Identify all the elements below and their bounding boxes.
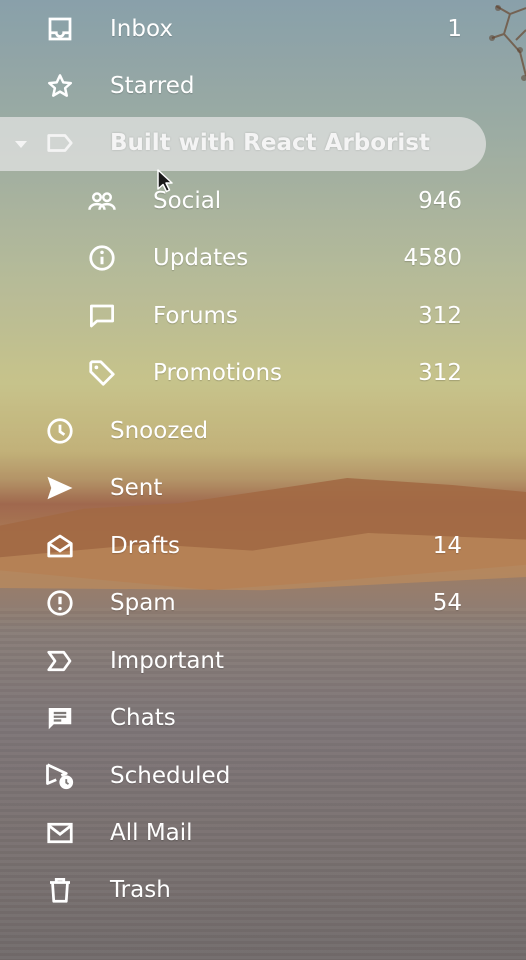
folder-built-with-react-arborist[interactable]: Built with React Arborist (0, 115, 526, 171)
folder-chats[interactable]: Chats (0, 690, 526, 746)
mail-icon (44, 817, 76, 849)
folder-spam[interactable]: Spam 54 (0, 575, 526, 631)
folder-trash[interactable]: Trash (0, 862, 526, 918)
folder-label: Forums (153, 303, 238, 329)
folder-label: Sent (110, 475, 163, 501)
folder-starred[interactable]: Starred (0, 58, 526, 114)
folder-all-mail[interactable]: All Mail (0, 805, 526, 861)
folder-label: Spam (110, 590, 176, 616)
folder-social[interactable]: Social 946 (0, 173, 526, 229)
folder-promotions[interactable]: Promotions 312 (0, 345, 526, 401)
folder-label: Starred (110, 73, 195, 99)
star-icon (44, 70, 76, 102)
inbox-icon (44, 13, 76, 45)
folder-label: All Mail (110, 820, 193, 846)
unread-count: 312 (418, 360, 462, 386)
trash-icon (44, 874, 76, 906)
forum-icon (86, 300, 118, 332)
folder-label: Chats (110, 705, 176, 731)
folder-label: Snoozed (110, 418, 209, 444)
unread-count: 54 (432, 590, 462, 616)
spam-icon (44, 587, 76, 619)
folder-sent[interactable]: Sent (0, 460, 526, 516)
unread-count: 4580 (403, 245, 462, 271)
unread-count: 14 (432, 533, 462, 559)
caret-down-icon[interactable] (12, 135, 30, 153)
tag-icon (86, 357, 118, 389)
folder-label: Promotions (153, 360, 283, 386)
mouse-cursor-icon (156, 168, 178, 194)
label-icon (44, 127, 76, 159)
people-icon (86, 185, 118, 217)
folder-label: Drafts (110, 533, 180, 559)
important-icon (44, 645, 76, 677)
unread-count: 312 (418, 303, 462, 329)
folder-inbox[interactable]: Inbox 1 (0, 1, 526, 57)
send-icon (44, 472, 76, 504)
chat-icon (44, 702, 76, 734)
folder-drafts[interactable]: Drafts 14 (0, 518, 526, 574)
folder-forums[interactable]: Forums 312 (0, 288, 526, 344)
folder-label: Scheduled (110, 763, 231, 789)
folder-label: Trash (110, 877, 171, 903)
drafts-icon (44, 530, 76, 562)
unread-count: 1 (447, 16, 462, 42)
clock-icon (44, 415, 76, 447)
folder-label: Built with React Arborist (110, 130, 430, 156)
folder-updates[interactable]: Updates 4580 (0, 230, 526, 286)
unread-count: 946 (418, 188, 462, 214)
folder-label: Updates (153, 245, 249, 271)
folder-label: Important (110, 648, 225, 674)
folder-label: Inbox (110, 16, 173, 42)
folder-snoozed[interactable]: Snoozed (0, 403, 526, 459)
folder-scheduled[interactable]: Scheduled (0, 748, 526, 804)
scheduled-icon (44, 760, 76, 792)
info-icon (86, 242, 118, 274)
folder-important[interactable]: Important (0, 633, 526, 689)
